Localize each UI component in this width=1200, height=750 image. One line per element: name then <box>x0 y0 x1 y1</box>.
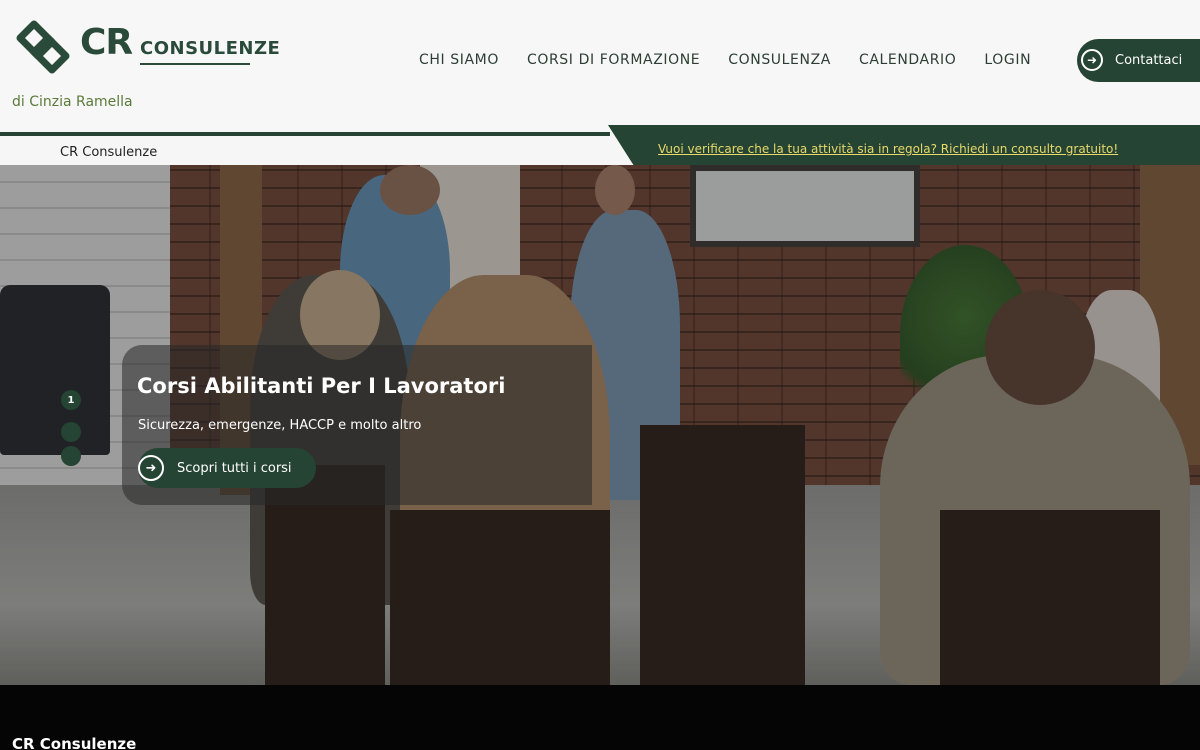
hero-title: Corsi Abilitanti Per I Lavoratori <box>137 374 506 398</box>
slide-dot-1[interactable]: 1 <box>61 390 81 410</box>
hero-subtitle: Sicurezza, emergenze, HACCP e molto altr… <box>138 418 422 433</box>
arrow-right-icon: ➜ <box>1081 49 1103 71</box>
hero-slider: Corsi Abilitanti Per I Lavoratori Sicure… <box>0 165 1200 685</box>
footer-title: CR Consulenze <box>12 735 137 750</box>
logo-underline <box>140 63 250 65</box>
arrow-right-icon: ➜ <box>138 455 164 481</box>
nav-consulenza[interactable]: CONSULENZA <box>728 50 831 70</box>
discover-courses-button[interactable]: ➜ Scopri tutti i corsi <box>138 448 316 488</box>
header-divider <box>0 132 610 136</box>
breadcrumb: CR Consulenze <box>60 145 158 160</box>
promo-banner-link[interactable]: Vuoi verificare che la tua attività sia … <box>658 142 1118 156</box>
nav-corsi-di-formazione[interactable]: CORSI DI FORMAZIONE <box>527 50 700 70</box>
logo-subtitle: CONSULENZE <box>140 38 281 59</box>
main-nav: CHI SIAMO CORSI DI FORMAZIONE CONSULENZA… <box>419 50 1059 70</box>
logo-tagline: di Cinzia Ramella <box>12 94 133 110</box>
logo-mark-icon <box>16 20 70 74</box>
logo-brand: CR <box>80 22 133 63</box>
slide-dot-2[interactable] <box>61 422 81 442</box>
site-logo[interactable]: CR CONSULENZE <box>12 14 280 76</box>
nav-calendario[interactable]: CALENDARIO <box>859 50 956 70</box>
contact-button-label: Contattaci <box>1115 53 1183 68</box>
nav-login[interactable]: LOGIN <box>984 50 1031 70</box>
discover-courses-label: Scopri tutti i corsi <box>177 460 292 476</box>
contact-button[interactable]: ➜ Contattaci <box>1077 39 1200 82</box>
site-footer: CR Consulenze <box>0 685 1200 750</box>
site-header: CR CONSULENZE di Cinzia Ramella CHI SIAM… <box>0 0 1200 135</box>
slide-dot-3[interactable] <box>61 446 81 466</box>
nav-chi-siamo[interactable]: CHI SIAMO <box>419 50 499 70</box>
